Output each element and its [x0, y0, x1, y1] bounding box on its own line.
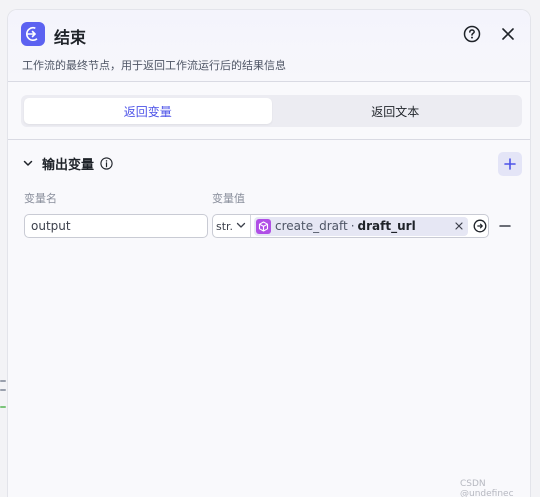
return-mode-tabs: 返回变量 返回文本 [21, 95, 522, 127]
panel-subtitle: 工作流的最终节点，用于返回工作流运行后的结果信息 [22, 59, 286, 72]
canvas-edge-mark [0, 389, 6, 391]
close-icon[interactable] [498, 24, 518, 44]
chevron-down-icon [236, 220, 246, 233]
tab-return-variables[interactable]: 返回变量 [24, 98, 272, 124]
variable-name-input[interactable] [24, 214, 208, 238]
watermark: CSDN @undefinec [460, 479, 514, 497]
canvas-edge-mark [0, 380, 6, 382]
output-section-header: 输出变量 [21, 153, 113, 173]
variable-reference-chip[interactable]: create_draft · draft_url [254, 216, 468, 236]
question-circle-icon[interactable] [462, 24, 482, 44]
panel-title: 结束 [54, 28, 87, 47]
reference-mode-icon[interactable] [472, 218, 488, 234]
reference-separator: · [350, 219, 355, 233]
chevron-down-icon[interactable] [21, 156, 35, 170]
section-title: 输出变量 [42, 157, 95, 173]
info-icon[interactable] [99, 156, 113, 170]
minus-icon [499, 225, 511, 227]
type-select[interactable]: str. [213, 215, 251, 237]
tab-return-text[interactable]: 返回文本 [272, 98, 520, 124]
column-label-name: 变量名 [24, 192, 57, 205]
type-select-value: str. [216, 219, 234, 233]
canvas-edge-mark [0, 406, 6, 408]
plus-icon [504, 158, 516, 170]
exit-arrow-icon [21, 22, 45, 46]
panel-header: 结束 工作流的最终节点，用于返回工作流运行后的结果信息 [8, 10, 530, 82]
section-divider [8, 139, 530, 140]
remove-variable-button[interactable] [498, 219, 512, 233]
reference-variable-name: draft_url [357, 219, 416, 233]
plugin-cube-icon [256, 218, 271, 234]
clear-reference-icon[interactable] [453, 220, 465, 232]
column-label-value: 变量值 [212, 192, 245, 205]
add-variable-button[interactable] [498, 152, 522, 176]
variable-value-field: str. create_draft · draft_url [212, 214, 489, 238]
end-node-panel: 结束 工作流的最终节点，用于返回工作流运行后的结果信息 返回变量 返回文本 输出… [7, 9, 531, 497]
reference-node-name: create_draft [275, 219, 348, 233]
